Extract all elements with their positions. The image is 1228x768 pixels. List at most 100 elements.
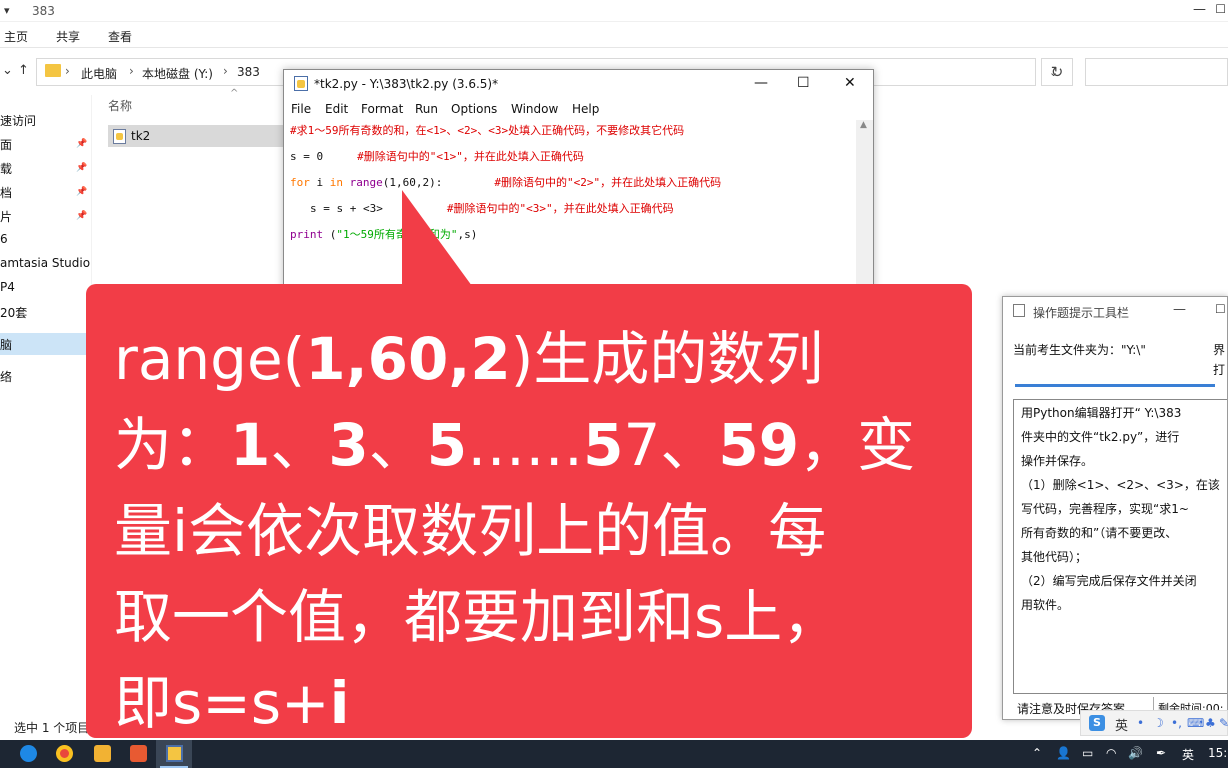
callout-text: …… [467, 411, 584, 479]
code-variable: i [309, 176, 330, 189]
ime-toolbar: S 英 • ☽ •, ⌨ ♣ ✎ [1080, 710, 1228, 736]
chevron-right-icon[interactable]: › [129, 64, 134, 78]
nav-item-network[interactable]: 络 [0, 368, 12, 385]
code-comment: #删除语句中的"<3>"，并在此处填入正确代码 [446, 202, 674, 215]
nav-item-this-pc[interactable]: 脑 [0, 336, 12, 353]
scroll-up-icon[interactable]: ▲ [860, 120, 867, 130]
sort-ascending-icon[interactable]: ^ [230, 88, 238, 99]
taskbar-python[interactable] [156, 740, 192, 768]
punctuation-icon[interactable]: • [1137, 716, 1144, 730]
code-statement: s = 0 [290, 150, 324, 163]
python-icon [166, 745, 183, 762]
menu-format[interactable]: Format [361, 102, 403, 116]
tab-home[interactable]: 主页 [4, 28, 28, 45]
menu-help[interactable]: Help [572, 102, 599, 116]
idle-titlebar: *tk2.py - Y:\383\tk2.py (3.6.5)* — ☐ ✕ [284, 70, 873, 98]
question-text-box[interactable]: 用Python编辑器打开“ Y:\383 件夹中的文件“tk2.py”，进行 操… [1013, 399, 1227, 694]
ime-language[interactable]: 英 [1115, 715, 1128, 734]
skin-icon[interactable]: ♣ [1205, 716, 1216, 730]
pin-icon: 📌 [76, 211, 88, 221]
chevron-down-icon[interactable]: ⌄ [2, 63, 13, 78]
file-name: tk2 [131, 129, 151, 143]
search-input[interactable] [1085, 58, 1228, 86]
nav-item-documents[interactable]: 档 [0, 184, 12, 201]
code-string: "1～59所有奇数的和为" [336, 228, 458, 241]
minimize-button[interactable]: — [754, 75, 768, 91]
nav-item-downloads[interactable]: 载 [0, 160, 12, 177]
minimize-button[interactable]: — [1173, 302, 1186, 317]
battery-icon[interactable]: ▭ [1082, 746, 1093, 760]
symbol-icon[interactable]: •, [1171, 716, 1182, 730]
breadcrumb-folder[interactable]: 383 [237, 65, 260, 79]
refresh-icon: ↻ [1050, 63, 1064, 81]
refresh-button[interactable]: ↻ [1041, 58, 1073, 86]
chrome-icon [56, 745, 73, 762]
breadcrumb-this-pc[interactable]: 此电脑 [81, 65, 117, 82]
callout-line-3: 量i会依次取数列上的值。每 [114, 497, 827, 565]
chevron-right-icon[interactable]: › [65, 64, 70, 78]
tab-share[interactable]: 共享 [56, 28, 80, 45]
column-header-name[interactable]: 名称 [108, 97, 132, 114]
code-line-4: s = s + <3> #删除语句中的"<3>"，并在此处填入正确代码 [310, 200, 674, 216]
chevron-up-icon[interactable]: ⌃ [1032, 746, 1042, 760]
side-button-2[interactable]: 打 [1213, 361, 1225, 378]
callout-text-bold: 1,60,2 [305, 325, 511, 393]
taskbar-app-3[interactable] [84, 740, 120, 768]
tab-view[interactable]: 查看 [108, 28, 132, 45]
list-item[interactable]: tk2 [108, 125, 288, 147]
wifi-icon[interactable]: ◠ [1106, 746, 1116, 760]
close-button[interactable]: ✕ [844, 75, 856, 91]
explorer-title: 383 [32, 4, 55, 18]
edge-icon [20, 745, 37, 762]
clock[interactable]: 15: [1208, 746, 1227, 760]
person-icon[interactable]: 👤 [1056, 746, 1071, 760]
nav-item-6[interactable]: 6 [0, 232, 8, 246]
question-line: 写代码，完善程序，实现“求1~ [1021, 502, 1189, 516]
minimize-button[interactable]: — [1193, 2, 1206, 17]
code-editor[interactable]: #求1～59所有奇数的和，在<1>、<2>、<3>处填入正确代码，不要修改其它代… [284, 120, 856, 298]
maximize-button[interactable]: ☐ [1215, 302, 1226, 316]
code-line-3: for i in range(1,60,2): #删除语句中的"<2>"，并在此处… [290, 174, 721, 190]
callout-line-2: 为：1、3、5……57、59，变 [114, 398, 915, 482]
menu-file[interactable]: File [291, 102, 311, 116]
menu-options[interactable]: Options [451, 102, 497, 116]
chevron-right-icon[interactable]: › [223, 64, 228, 78]
nav-item-pictures[interactable]: 片 [0, 208, 12, 225]
progress-underline [1015, 384, 1215, 387]
up-arrow-icon[interactable]: ↑ [18, 63, 29, 78]
nav-item-desktop[interactable]: 面 [0, 136, 12, 153]
code-keyword: for [290, 176, 310, 189]
side-button-1[interactable]: 界 [1213, 341, 1225, 358]
pen-icon[interactable]: ✒ [1156, 746, 1166, 760]
nav-item-quick-access[interactable]: 速访问 [0, 112, 36, 129]
volume-icon[interactable]: 🔊 [1128, 746, 1143, 760]
nav-item-camtasia[interactable]: amtasia Studio [0, 256, 90, 270]
question-line: 其他代码）； [1021, 550, 1088, 564]
menu-run[interactable]: Run [415, 102, 438, 116]
taskbar-edge[interactable] [10, 740, 46, 768]
callout-line-5: 即s=s+i [114, 656, 350, 740]
menu-edit[interactable]: Edit [325, 102, 348, 116]
maximize-button[interactable]: ☐ [797, 75, 810, 91]
menu-window[interactable]: Window [511, 102, 558, 116]
callout-text: ，变 [799, 411, 916, 479]
quick-access-toolbar-icon[interactable]: ▾ [4, 4, 10, 17]
input-language[interactable]: 英 [1182, 746, 1194, 763]
taskbar-camtasia[interactable] [120, 740, 156, 768]
keyboard-icon[interactable]: ⌨ [1187, 716, 1204, 730]
tools-icon[interactable]: ✎ [1219, 716, 1228, 730]
maximize-button[interactable]: ☐ [1215, 2, 1226, 16]
taskbar-chrome[interactable] [46, 740, 82, 768]
sogou-ime-icon[interactable]: S [1089, 715, 1105, 731]
breadcrumb-drive[interactable]: 本地磁盘 (Y:) [142, 65, 213, 82]
half-width-icon[interactable]: ☽ [1153, 716, 1164, 730]
callout-text: 、 [368, 411, 427, 479]
idle-editor-window: *tk2.py - Y:\383\tk2.py (3.6.5)* — ☐ ✕ F… [283, 69, 874, 299]
nav-item-20-sets[interactable]: 20套 [0, 304, 27, 321]
vertical-scrollbar[interactable]: ▲ [856, 120, 873, 298]
pin-icon: 📌 [76, 187, 88, 197]
folder-icon [45, 64, 61, 77]
callout-text: 即s=s+ [114, 669, 330, 737]
nav-item-p4[interactable]: P4 [0, 280, 15, 294]
code-statement: s = s + <3> [310, 202, 383, 215]
